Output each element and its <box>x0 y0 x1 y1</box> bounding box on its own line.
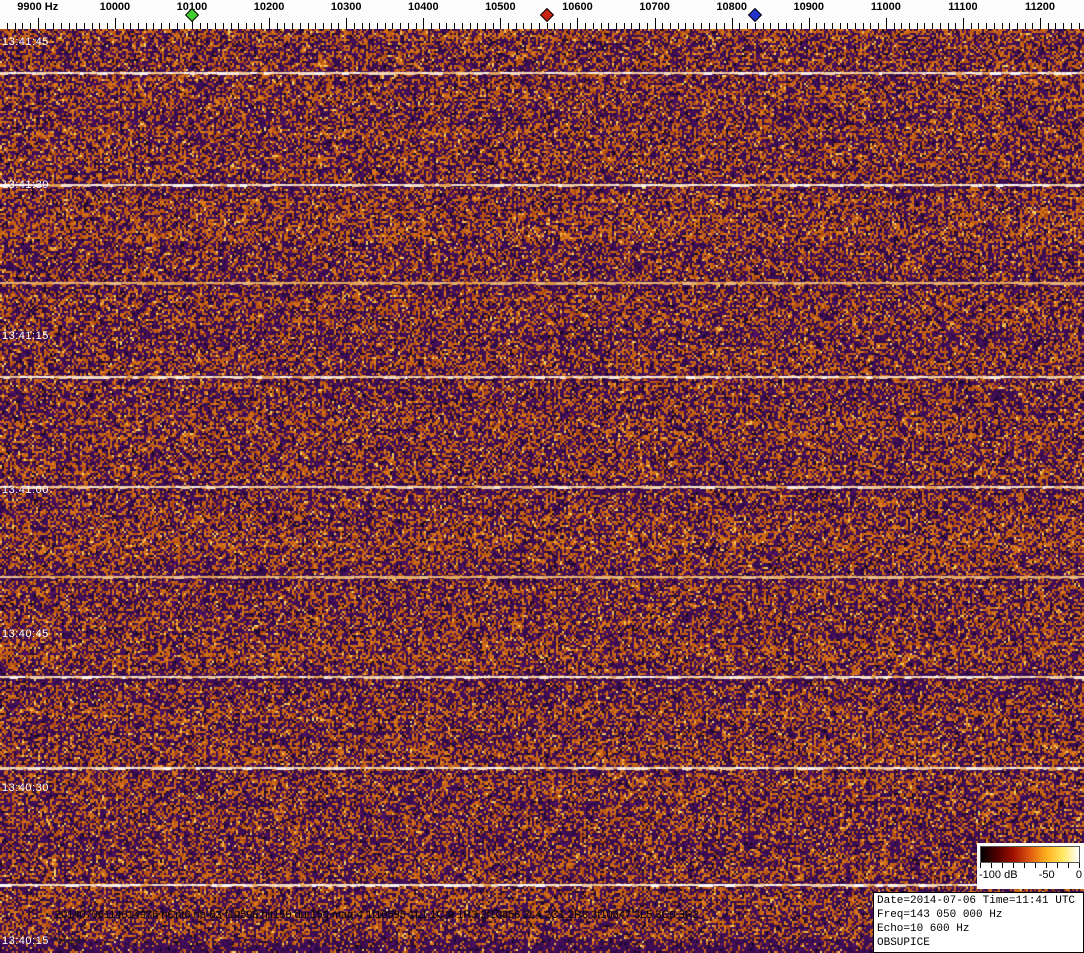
time-label: 13:41:45 <box>2 36 49 48</box>
info-echo: Echo=10 600 Hz <box>877 922 1080 936</box>
legend-label-min: -100 dB <box>979 869 1018 881</box>
freq-tick-label: 10800 <box>716 1 747 13</box>
legend-label-mid: -50 <box>1039 869 1055 881</box>
freq-tick-label: 11200 <box>1025 1 1055 13</box>
freq-tick-label: 11000 <box>871 1 901 13</box>
freq-marker-red-diamond[interactable] <box>540 8 554 22</box>
freq-major-tick <box>809 18 810 29</box>
freq-major-tick <box>346 18 347 29</box>
freq-tick-label: 10200 <box>254 1 285 13</box>
freq-major-tick <box>963 18 964 29</box>
time-label: 13:40:30 <box>2 782 49 794</box>
event-annotation: 20140706114014976 hCnt8 nb-83 f10598 hit… <box>55 909 699 921</box>
frequency-ruler[interactable]: 9900 Hz100001010010200103001040010500106… <box>0 0 1084 29</box>
freq-tick-label: 10300 <box>331 1 362 13</box>
time-cursor-label: ^t+14 <box>49 935 82 947</box>
freq-major-tick <box>423 18 424 29</box>
time-label: 13:40:15 ^t+14 <box>2 935 82 947</box>
freq-major-tick <box>655 18 656 29</box>
meteor-spectrogram-app: 9900 Hz100001010010200103001040010500106… <box>0 0 1084 953</box>
freq-major-tick <box>38 18 39 29</box>
info-date-time: Date=2014-07-06 Time=11:41 UTC <box>877 894 1080 908</box>
info-station: OBSUPICE <box>877 936 1080 950</box>
time-label: 13:41:15 <box>2 330 49 342</box>
freq-tick-label: 10700 <box>639 1 670 13</box>
freq-tick-label: 10500 <box>485 1 516 13</box>
freq-tick-label: 10000 <box>100 1 131 13</box>
freq-marker-blue-diamond[interactable] <box>748 8 762 22</box>
freq-tick-label: 10400 <box>408 1 439 13</box>
waterfall-area: 20140706114014976 hCnt8 nb-83 f10598 hit… <box>0 29 1084 953</box>
time-label: 13:40:45 <box>2 628 49 640</box>
freq-major-tick <box>1040 18 1041 29</box>
freq-major-tick <box>500 18 501 29</box>
freq-major-tick <box>115 18 116 29</box>
color-scale-legend: -100 dB -50 0 <box>977 843 1084 889</box>
waterfall-overlay: 20140706114014976 hCnt8 nb-83 f10598 hit… <box>0 29 1084 953</box>
freq-major-tick <box>886 18 887 29</box>
color-scale-labels: -100 dB -50 0 <box>977 869 1084 881</box>
time-label: 13:41:30 <box>2 179 49 191</box>
color-scale-ticks <box>980 863 1080 868</box>
freq-tick-label: 10600 <box>562 1 593 13</box>
color-scale-gradient <box>980 846 1080 863</box>
freq-tick-label: 10900 <box>793 1 824 13</box>
legend-label-max: 0 <box>1076 869 1082 881</box>
freq-major-tick <box>732 18 733 29</box>
freq-major-tick <box>269 18 270 29</box>
freq-tick-label: 11100 <box>948 1 977 13</box>
freq-major-tick <box>577 18 578 29</box>
status-info-box: Date=2014-07-06 Time=11:41 UTC Freq=143 … <box>873 892 1084 953</box>
info-frequency: Freq=143 050 000 Hz <box>877 908 1080 922</box>
time-label: 13:41:00 <box>2 484 49 496</box>
freq-tick-label: 9900 Hz <box>17 1 58 13</box>
